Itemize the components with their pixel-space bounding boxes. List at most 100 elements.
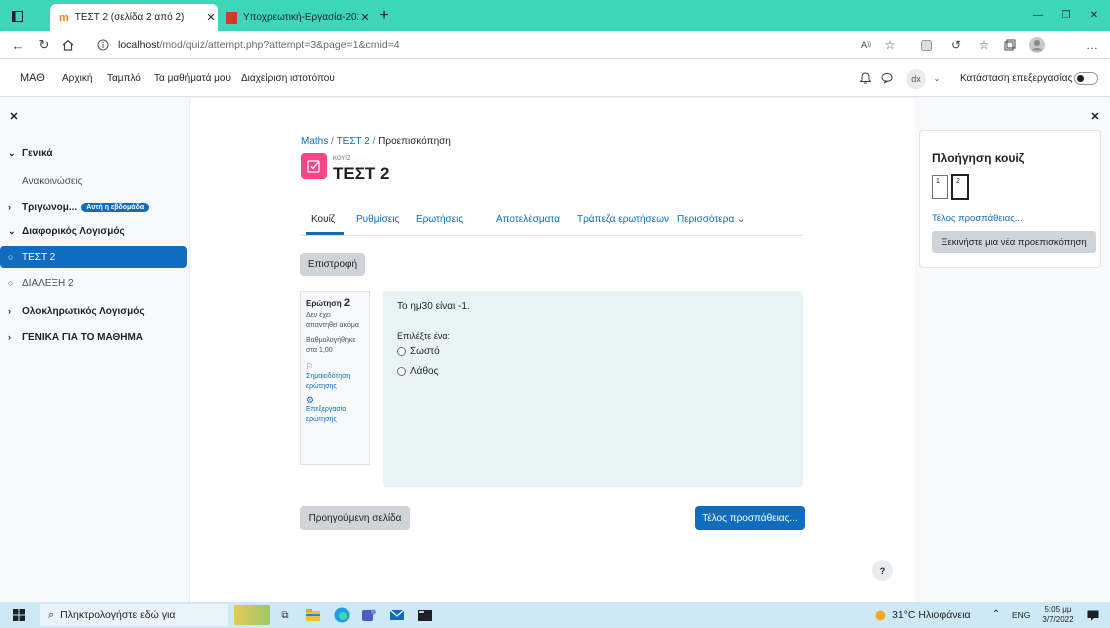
finish-attempt-link[interactable]: Τέλος προσπάθειας... — [932, 213, 1023, 224]
user-avatar[interactable]: dx — [906, 69, 926, 89]
course-section-integral[interactable]: › Ολοκληρωτικός Λογισμός — [8, 300, 186, 322]
flag-icon[interactable]: ⚐ — [306, 362, 364, 372]
close-tab-icon[interactable]: ✕ — [204, 11, 218, 24]
new-tab-icon[interactable]: + — [376, 7, 392, 24]
tab-title: Υποχρεωτική-Εργασία-2021_20 — [243, 12, 358, 23]
read-aloud-icon[interactable]: A)) — [858, 38, 874, 52]
question-number-value: 2 — [343, 297, 350, 309]
notifications-bell-icon[interactable] — [858, 71, 872, 85]
radio-button[interactable] — [397, 347, 406, 356]
quiz-icon — [301, 153, 327, 179]
nav-link-my-courses[interactable]: Τα μαθήματά μου — [154, 73, 231, 84]
extension-icon[interactable] — [920, 39, 932, 51]
system-clock[interactable]: 5:05 μμ 3/7/2022 — [1040, 605, 1076, 625]
course-item-lecture2[interactable]: ○ ΔΙΑΛΕΞΗ 2 — [8, 272, 186, 294]
flag-question-link[interactable]: Σημαιοδότηση ερώτησης — [306, 372, 364, 392]
close-drawer-icon[interactable]: ✕ — [1089, 110, 1101, 123]
quiz-page-2-current[interactable]: 2 — [951, 174, 969, 200]
question-content: Το ημ30 είναι -1. Επιλέξτε ένα: Σωστό Λά… — [383, 291, 803, 487]
tab-question-bank[interactable]: Τράπεζα ερωτήσεων — [577, 214, 669, 225]
answer-option-false[interactable]: Λάθος — [397, 366, 438, 377]
minimize-icon[interactable]: — — [1030, 8, 1046, 22]
course-section-general[interactable]: ⌄ Γενικά — [8, 142, 186, 164]
course-section-trig[interactable]: › Τριγωνομ... Αυτή η εβδομάδα — [8, 196, 186, 218]
site-brand[interactable]: ΜΑΘ — [20, 72, 45, 84]
windows-start-icon[interactable] — [12, 608, 26, 622]
teams-icon[interactable] — [360, 606, 378, 624]
section-label: Γενικά — [22, 147, 53, 159]
course-index-drawer: ✕ ⌄ Γενικά Ανακοινώσεις › Τριγωνομ... Αυτή … — [0, 98, 190, 602]
tab-results[interactable]: Αποτελέσματα — [496, 214, 560, 225]
edit-question-link[interactable]: Επεξεργασία ερώτησης — [306, 405, 364, 425]
tab-settings[interactable]: Ρυθμίσεις — [356, 214, 399, 225]
breadcrumb-link-course[interactable]: Maths — [301, 136, 328, 147]
browser-tab-active[interactable]: m ΤΕΣΤ 2 (σελίδα 2 από 2) ✕ — [50, 4, 218, 31]
more-menu-icon[interactable]: … — [1084, 37, 1100, 53]
edge-browser-icon[interactable] — [333, 606, 351, 624]
back-button-label: Επιστροφή — [307, 259, 358, 270]
tab-title: ΤΕΣΤ 2 (σελίδα 2 από 2) — [74, 12, 185, 23]
course-item-announcements[interactable]: Ανακοινώσεις — [8, 170, 186, 192]
option-label: Σωστό — [410, 346, 440, 357]
url-field[interactable]: localhost/mod/quiz/attempt.php?attempt=3… — [118, 36, 638, 54]
refresh-icon[interactable]: ↻ — [36, 37, 52, 53]
info-icon[interactable] — [96, 38, 110, 52]
radio-button[interactable] — [397, 367, 406, 376]
browser-tab-strip: m ΤΕΣΤ 2 (σελίδα 2 από 2) ✕ Υποχρεωτική-… — [0, 0, 1110, 31]
system-tray-chevron-up-icon[interactable]: ⌃ — [990, 608, 1002, 620]
gear-icon[interactable]: ⚙ — [306, 395, 364, 405]
help-button[interactable]: ? — [872, 560, 893, 581]
previous-page-button[interactable]: Προηγούμενη σελίδα — [300, 506, 410, 530]
favorites-icon[interactable]: ☆ — [976, 37, 992, 53]
file-explorer-icon[interactable] — [305, 607, 321, 623]
circle-icon: ○ — [8, 252, 14, 262]
module-type-label: ΚΟΥΙΖ — [333, 156, 351, 162]
browser-tab[interactable]: Υποχρεωτική-Εργασία-2021_20 ✕ — [222, 4, 372, 31]
notification-center-icon[interactable] — [1086, 608, 1100, 622]
sync-icon[interactable]: ↺ — [948, 37, 964, 53]
mail-icon[interactable] — [388, 606, 406, 624]
site-navbar: ΜΑΘ Αρχική Ταμπλό Τα μαθήματά μου Διαχεί… — [0, 60, 1110, 97]
nav-link-site-admin[interactable]: Διαχείριση ιστοτόπου — [241, 73, 335, 84]
user-menu-chevron-down-icon[interactable]: ⌄ — [932, 73, 942, 83]
edit-mode-toggle[interactable] — [1074, 72, 1098, 85]
terminal-icon[interactable] — [416, 606, 434, 624]
taskbar-search-box[interactable]: ⌕ Πληκτρολογήστε εδώ για — [40, 604, 228, 626]
restore-icon[interactable]: ❐ — [1058, 8, 1074, 22]
tab-more[interactable]: Περισσότερα ⌄ — [677, 214, 745, 225]
course-item-test2[interactable]: ○ ΤΕΣΤ 2 — [0, 246, 187, 268]
address-bar-row: ← ↻ localhost/mod/quiz/attempt.php?attem… — [0, 31, 1110, 59]
close-drawer-icon[interactable]: ✕ — [8, 110, 20, 123]
back-button[interactable]: Επιστροφή — [300, 253, 365, 276]
tab-quiz[interactable]: Κουίζ — [311, 214, 335, 225]
news-widget-icon[interactable] — [234, 605, 270, 625]
task-view-icon[interactable]: ⧉ — [278, 608, 292, 622]
course-section-differential[interactable]: ⌄ Διαφορικός Λογισμός — [8, 220, 186, 242]
quiz-page-1[interactable]: 1 — [932, 175, 948, 199]
breadcrumb-link-quiz[interactable]: ΤΕΣΤ 2 — [337, 136, 370, 147]
finish-attempt-button[interactable]: Τέλος προσπάθειας... — [695, 506, 805, 530]
back-arrow-icon[interactable]: ← — [10, 37, 26, 53]
url-path: /mod/quiz/attempt.php?attempt=3&page=1&c… — [159, 39, 400, 51]
profile-avatar-icon[interactable] — [1028, 36, 1046, 54]
home-icon[interactable] — [60, 37, 76, 53]
answer-option-true[interactable]: Σωστό — [397, 346, 440, 357]
pdf-icon — [226, 11, 237, 24]
nav-link-dashboard[interactable]: Ταμπλό — [107, 73, 141, 84]
page-title: ΤΕΣΤ 2 — [333, 164, 390, 183]
window-close-icon[interactable]: ✕ — [1086, 8, 1102, 22]
tab-questions[interactable]: Ερωτήσεις — [416, 214, 463, 225]
course-section-general-info[interactable]: › ΓΕΝΙΚΑ ΓΙΑ ΤΟ ΜΑΘΗΜΑ — [8, 326, 186, 348]
option-label: Λάθος — [410, 366, 439, 377]
quiz-navigation-block: Πλοήγηση κουίζ 1 2 Τέλος προσπάθειας... … — [919, 130, 1101, 268]
nav-link-home[interactable]: Αρχική — [62, 73, 92, 84]
close-tab-icon[interactable]: ✕ — [358, 11, 372, 24]
weather-text[interactable]: 31°C Ηλιοφάνεια — [892, 609, 971, 621]
start-new-preview-button[interactable]: Ξεκινήστε μια νέα προεπισκόπηση — [932, 231, 1096, 253]
messages-icon[interactable] — [880, 71, 894, 85]
favorite-star-icon[interactable]: ☆ — [882, 37, 898, 53]
tab-actions-icon[interactable] — [10, 9, 24, 23]
input-language[interactable]: ENG — [1012, 610, 1030, 620]
search-icon: ⌕ — [48, 608, 55, 621]
collections-icon[interactable] — [1002, 37, 1018, 53]
